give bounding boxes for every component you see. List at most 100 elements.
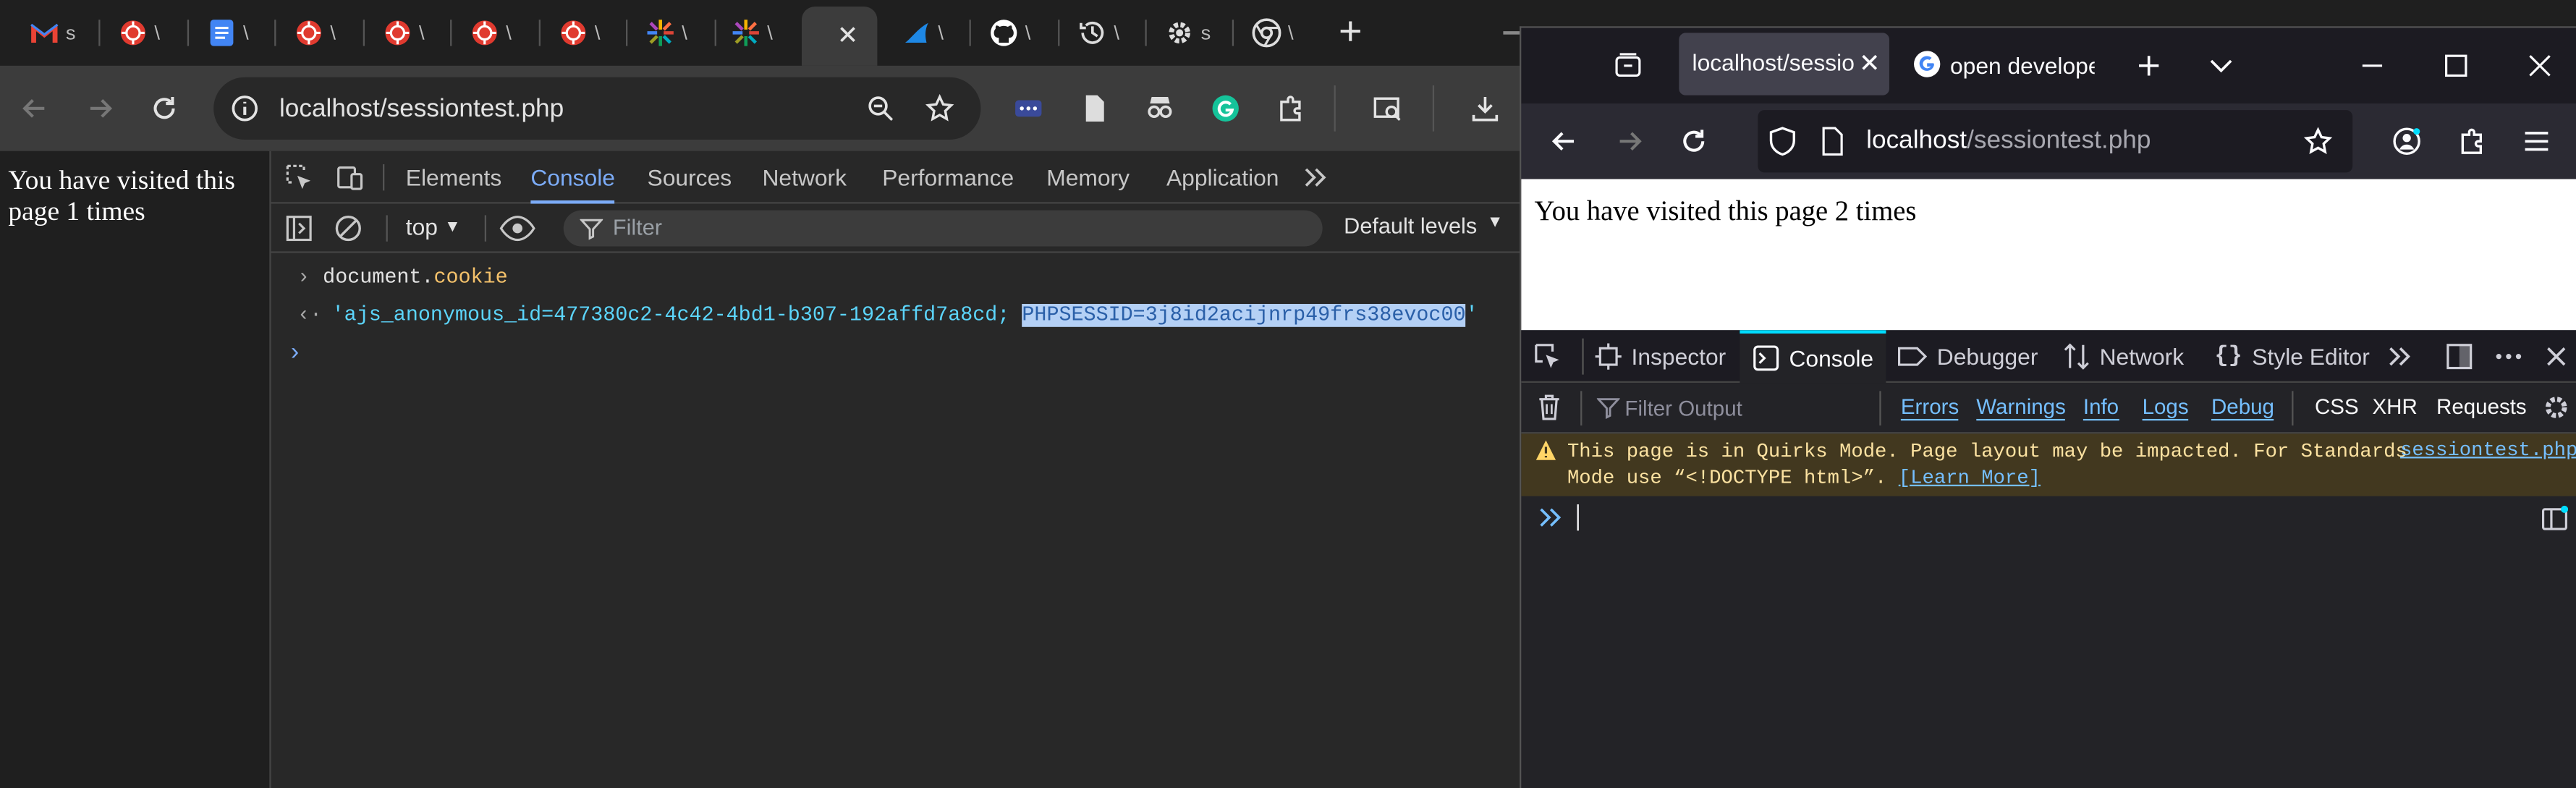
braces-icon: {} — [2214, 343, 2242, 370]
filter-info[interactable]: Info — [2083, 394, 2119, 421]
source-link[interactable]: sessiontest.php — [2400, 439, 2576, 462]
page-icon[interactable] — [1817, 127, 1847, 156]
tab-memory[interactable]: Memory — [1046, 151, 1130, 204]
new-tab-icon[interactable] — [1336, 17, 1365, 46]
firefox-tab-active[interactable]: localhost/sessio — [1679, 33, 1889, 96]
tab-performance[interactable]: Performance — [882, 151, 1014, 204]
tab-search-icon[interactable] — [1373, 93, 1403, 123]
learn-more-link[interactable]: [Learn More] — [1899, 467, 2041, 490]
tab-github[interactable]: \ — [989, 10, 1038, 56]
tab-overview-icon[interactable] — [1614, 51, 1643, 80]
tab-docs[interactable]: \ — [207, 10, 256, 56]
tab-app-1[interactable]: \ — [118, 10, 167, 56]
bookmark-star-icon[interactable] — [925, 93, 954, 123]
active-tab[interactable] — [801, 7, 878, 66]
tab-style-editor[interactable]: {} Style Editor — [2214, 330, 2369, 383]
window-close-icon[interactable] — [2525, 51, 2555, 80]
tab-console[interactable]: Console — [1740, 330, 1887, 384]
console-settings-gear-icon[interactable] — [2541, 393, 2571, 423]
maximize-icon[interactable] — [2441, 51, 2471, 80]
filter-debug[interactable]: Debug — [2211, 394, 2274, 421]
grammarly-icon[interactable] — [1211, 93, 1240, 123]
reload-icon[interactable] — [150, 93, 179, 123]
extensions-puzzle-icon[interactable] — [1276, 93, 1306, 123]
account-icon[interactable] — [2392, 127, 2422, 156]
devtools-close-icon[interactable] — [2541, 342, 2571, 371]
quirks-mode-warning: This page is in Quirks Mode. Page layout… — [1521, 433, 2576, 496]
tab-chrome[interactable]: \ — [1252, 10, 1301, 56]
context-selector[interactable]: top ▼ — [406, 213, 461, 240]
device-toolbar-icon[interactable] — [335, 163, 365, 192]
colorful-burst-icon — [645, 18, 675, 48]
more-options-icon[interactable] — [2494, 342, 2523, 371]
tab-application[interactable]: Application — [1166, 151, 1279, 204]
live-expression-eye-icon[interactable] — [499, 213, 535, 243]
forward-icon[interactable] — [85, 93, 115, 123]
tab-close-icon[interactable] — [1857, 49, 1883, 75]
tab-app-5[interactable]: \ — [559, 10, 608, 56]
editor-mode-icon[interactable] — [2540, 504, 2569, 534]
extensions-puzzle-icon[interactable] — [2458, 127, 2488, 156]
back-icon[interactable] — [1549, 127, 1579, 156]
console-filter-input[interactable]: Filter — [563, 210, 1323, 247]
tab-app-4[interactable]: \ — [470, 10, 519, 56]
tab-history[interactable]: \ — [1077, 10, 1127, 56]
tab-console[interactable]: Console — [530, 151, 615, 204]
tab-inspector[interactable]: Inspector — [1595, 330, 1726, 383]
filter-errors[interactable]: Errors — [1900, 394, 1959, 421]
firefox-tab-2[interactable]: open develope — [1950, 53, 2095, 79]
chrome-omnibox[interactable]: localhost/sessiontest.php — [213, 77, 981, 140]
tab-network[interactable]: Network — [762, 151, 847, 204]
filter-output-input[interactable]: Filter Output — [1624, 396, 1742, 420]
filter-css[interactable]: CSS — [2315, 394, 2359, 419]
console-prompt-icon[interactable] — [1538, 504, 1564, 530]
more-tabs-chevron-icon[interactable] — [1301, 163, 1331, 192]
debugger-icon — [1897, 347, 1928, 366]
tab-app-8[interactable]: \ — [902, 10, 951, 56]
tab-settings[interactable]: s — [1165, 10, 1214, 56]
inspect-element-icon[interactable] — [284, 163, 314, 192]
new-tab-icon[interactable] — [2134, 51, 2164, 80]
tab-app-7[interactable]: \ — [731, 10, 780, 56]
tab-gmail[interactable]: s — [30, 10, 79, 56]
tab-app-3[interactable]: \ — [383, 10, 432, 56]
document-extension-icon[interactable] — [1080, 93, 1109, 123]
filter-logs[interactable]: Logs — [2142, 394, 2189, 421]
filter-warnings[interactable]: Warnings — [1976, 394, 2066, 421]
selected-text[interactable]: PHPSESSID=3j8id2acijnrp49frs38evoc00 — [1022, 304, 1466, 327]
shield-icon[interactable] — [1768, 127, 1797, 156]
tab-sources[interactable]: Sources — [648, 151, 732, 204]
clear-console-icon[interactable] — [334, 213, 363, 243]
tab-network[interactable]: Network — [2064, 330, 2184, 383]
dock-toggle-icon[interactable] — [2444, 342, 2474, 371]
tab-debugger[interactable]: Debugger — [1897, 330, 2038, 383]
menu-hamburger-icon[interactable] — [2522, 127, 2551, 156]
trash-icon[interactable] — [1535, 393, 1564, 423]
forward-icon[interactable] — [1615, 127, 1645, 156]
minimize-icon[interactable] — [2357, 51, 2387, 80]
console-prompt-icon[interactable]: › — [291, 339, 299, 367]
tab-app-2[interactable]: \ — [294, 10, 343, 56]
minimize-icon[interactable] — [1503, 31, 1520, 35]
firefox-urlbar[interactable]: localhost/sessiontest.php — [1758, 110, 2353, 173]
back-icon[interactable] — [20, 93, 49, 123]
element-picker-icon[interactable] — [1533, 342, 1562, 371]
tab-elements[interactable]: Elements — [406, 151, 501, 204]
download-icon[interactable] — [1470, 93, 1500, 123]
extension-ellipsis-icon[interactable] — [1014, 93, 1043, 123]
console-input-caret[interactable] — [1577, 504, 1579, 531]
reload-icon[interactable] — [1679, 127, 1708, 156]
zoom-icon[interactable] — [866, 93, 896, 123]
more-tabs-chevron-icon[interactable] — [2386, 342, 2415, 371]
bookmark-star-icon[interactable] — [2303, 127, 2333, 156]
spy-extension-icon[interactable] — [1145, 93, 1174, 123]
tab-app-6[interactable]: \ — [645, 10, 695, 56]
visit-count-text: You have visited this page 1 times — [8, 164, 235, 227]
filter-xhr[interactable]: XHR — [2372, 394, 2417, 419]
log-levels-dropdown[interactable]: Default levels ▼ — [1344, 213, 1503, 238]
sidebar-toggle-icon[interactable] — [284, 213, 314, 243]
site-info-icon[interactable] — [230, 93, 260, 123]
tab-close-icon[interactable] — [834, 22, 860, 48]
list-tabs-chevron-icon[interactable] — [2206, 51, 2236, 80]
filter-requests[interactable]: Requests — [2436, 394, 2527, 419]
